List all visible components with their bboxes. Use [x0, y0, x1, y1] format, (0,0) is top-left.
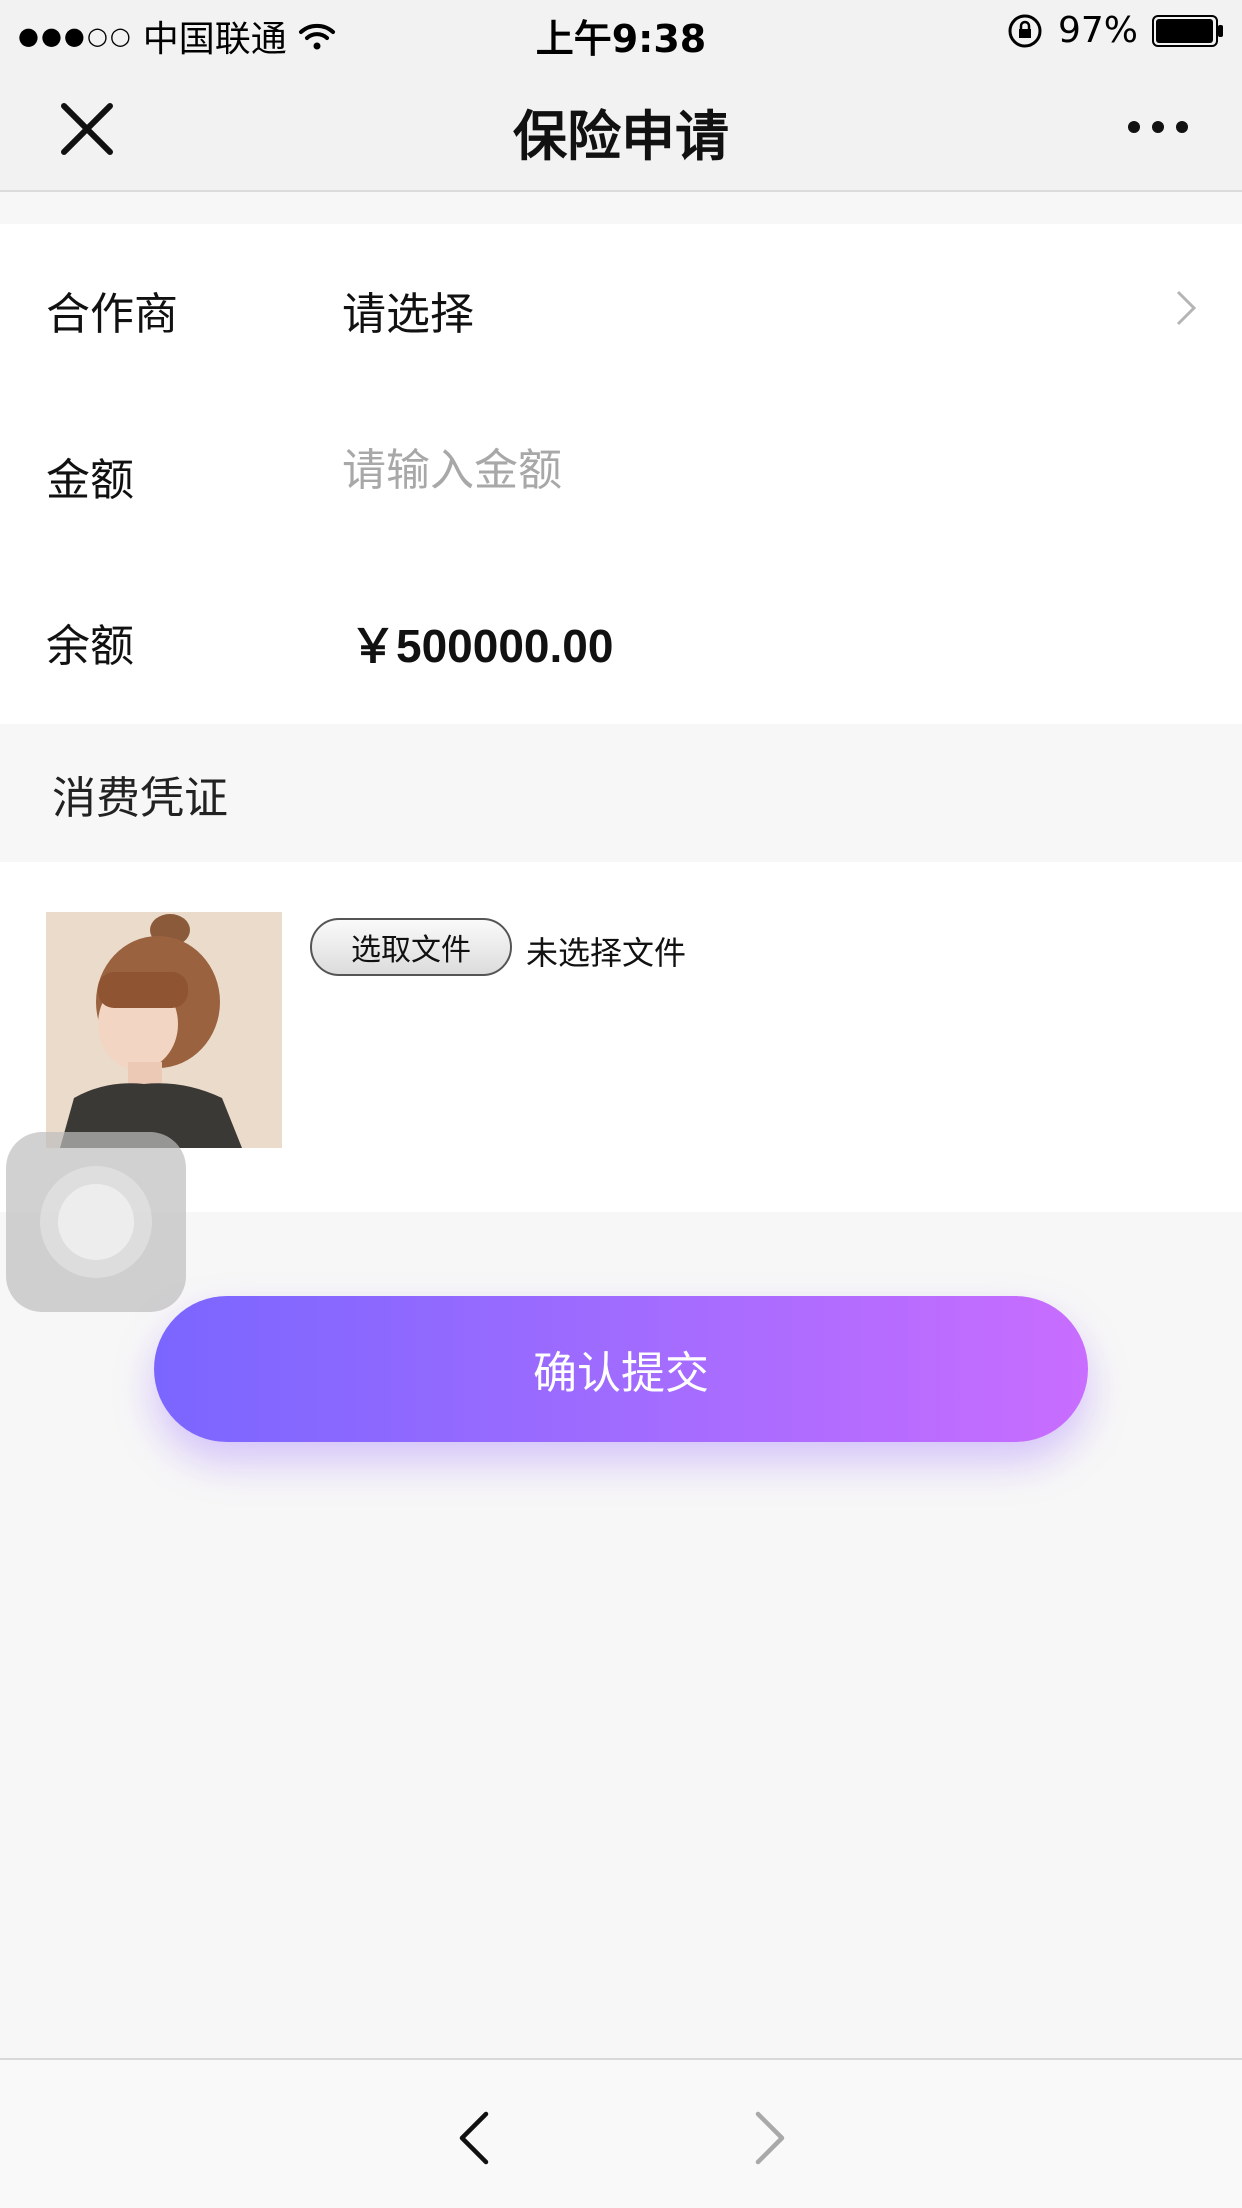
battery-percent: 97%: [1057, 10, 1138, 51]
upload-card: 选取文件 未选择文件: [0, 862, 1242, 1212]
forward-arrow-icon[interactable]: [752, 2110, 788, 2166]
voucher-section-title: 消费凭证: [52, 773, 228, 824]
battery-icon: [1152, 14, 1223, 47]
balance-label: 余额: [46, 621, 134, 672]
amount-input[interactable]: [342, 430, 1162, 510]
person-photo-image: [46, 912, 282, 1148]
partner-label: 合作商: [46, 289, 178, 340]
assistive-touch-button[interactable]: [6, 1132, 186, 1312]
more-icon[interactable]: [1126, 112, 1190, 142]
voucher-photo[interactable]: [46, 912, 282, 1148]
status-bar: ●●●○○ 中国联通 上午9:38 97%: [0, 0, 1242, 62]
nav-bar: 保险申请: [0, 62, 1242, 192]
rotation-lock-icon: [1008, 14, 1042, 47]
balance-value: ￥500000.00: [350, 620, 614, 672]
partner-row[interactable]: 合作商 请选择: [0, 224, 1242, 390]
assistive-touch-ring: [40, 1166, 152, 1278]
choose-file-button[interactable]: 选取文件: [310, 918, 512, 976]
submit-button[interactable]: 确认提交: [154, 1296, 1088, 1442]
amount-row: 金额: [0, 390, 1242, 556]
amount-label: 金额: [46, 455, 134, 506]
back-arrow-icon[interactable]: [456, 2110, 492, 2166]
chevron-right-icon: [1176, 290, 1197, 326]
status-right: 97%: [1006, 10, 1224, 51]
browser-toolbar: [0, 2058, 1242, 2208]
file-status-text: 未选择文件: [526, 934, 687, 972]
balance-row: 余额 ￥500000.00: [0, 556, 1242, 722]
partner-select[interactable]: 请选择: [342, 278, 474, 342]
page-title: 保险申请: [513, 105, 729, 168]
form-card: 合作商 请选择 金额 余额 ￥500000.00: [0, 224, 1242, 724]
assistive-touch-core: [58, 1184, 134, 1260]
